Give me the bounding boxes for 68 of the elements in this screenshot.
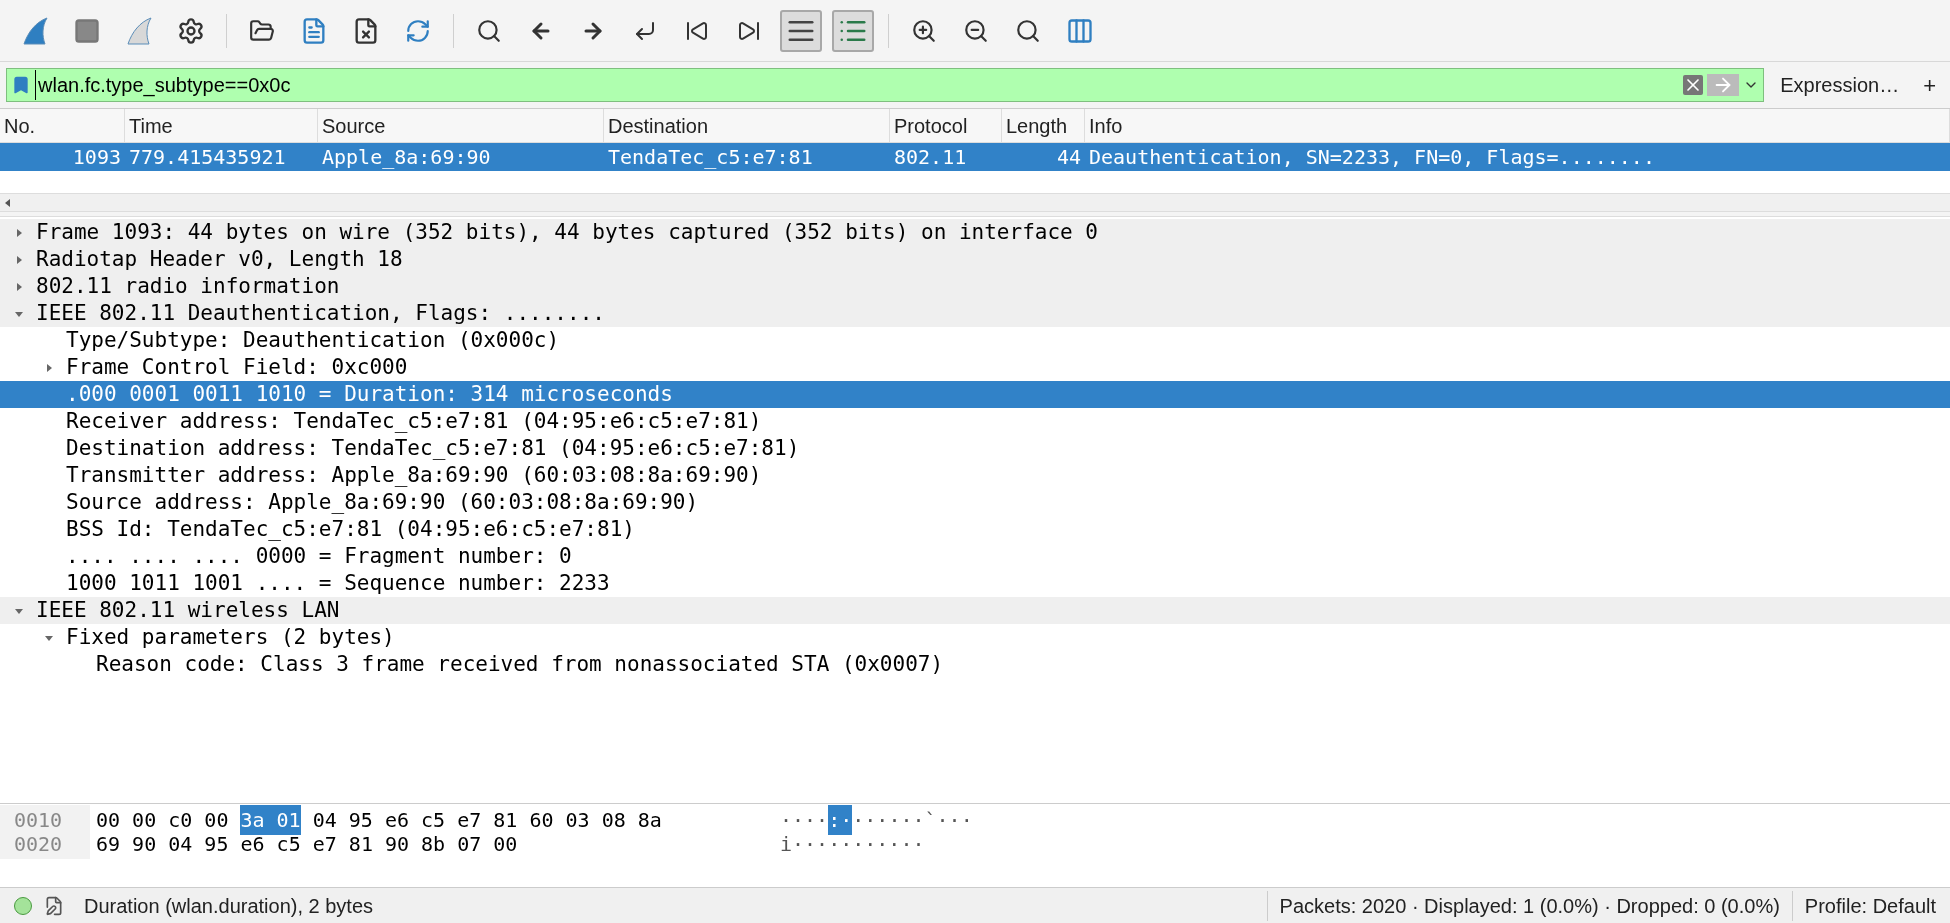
column-header[interactable]: Time bbox=[125, 109, 318, 142]
toolbar-button[interactable] bbox=[780, 9, 822, 52]
tree-item-text: Transmitter address: Apple_8a:69:90 (60:03:08:8a:69:90) bbox=[65, 461, 762, 489]
packet-cell-text: 802.11 bbox=[893, 144, 968, 171]
collapsed-triangle-icon[interactable] bbox=[14, 227, 24, 238]
display-filter-field[interactable]: wlan.fc.type_subtype==0x0c bbox=[35, 70, 1680, 100]
column-header[interactable]: Destination bbox=[604, 109, 890, 142]
tree-item-text: IEEE 802.11 Deauthentication, Flags: ........ bbox=[35, 299, 605, 327]
tree-row[interactable]: 802.11 radio information bbox=[0, 273, 1950, 300]
tree-item-text: Frame Control Field: 0xc000 bbox=[65, 353, 408, 381]
tree-row[interactable]: IEEE 802.11 wireless LAN bbox=[0, 597, 1950, 624]
filter-bar[interactable]: wlan.fc.type_subtype==0x0c bbox=[6, 68, 1765, 102]
packet-cell-text: 44 bbox=[1055, 144, 1082, 171]
tree-item-text: 802.11 radio information bbox=[35, 272, 340, 300]
column-header[interactable]: No. bbox=[0, 109, 125, 142]
ascii-bytes[interactable]: :· bbox=[828, 805, 853, 835]
tree-row[interactable]: .000 0001 0011 1010 = Duration: 314 microseconds bbox=[0, 381, 1950, 408]
tree-item-text: Fixed parameters (2 bytes) bbox=[65, 623, 395, 651]
packet-cell-text: Deauthentication, SN=2233, FN=0, Flags=........ bbox=[1088, 144, 1656, 171]
status-indicator-icon[interactable] bbox=[14, 896, 32, 915]
tree-item-text: BSS Id: TendaTec_c5:e7:81 (04:95:e6:c5:e7:81) bbox=[65, 515, 635, 543]
packet-stats: Packets: 2020 · Displayed: 1 (0.0%) · Dropped: 0 (0.0%) bbox=[1266, 890, 1780, 921]
tree-item-text: IEEE 802.11 wireless LAN bbox=[35, 596, 340, 624]
scroll-left-icon[interactable] bbox=[3, 197, 13, 208]
horizontal-scrollbar[interactable] bbox=[0, 193, 1950, 211]
reload-icon bbox=[405, 17, 431, 44]
packet-cell-text: TendaTec_c5:e7:81 bbox=[607, 144, 814, 171]
tree-row[interactable]: IEEE 802.11 Deauthentication, Flags: ........ bbox=[0, 300, 1950, 327]
column-header[interactable]: Length bbox=[1002, 109, 1085, 142]
bookmark-icon[interactable] bbox=[11, 75, 31, 95]
profile-label[interactable]: Profile: Default bbox=[1791, 890, 1936, 921]
add-button[interactable]: + bbox=[1915, 68, 1944, 102]
tree-item-text: Receiver address: TendaTec_c5:e7:81 (04:95:e6:c5:e7:81) bbox=[65, 407, 762, 435]
collapsed-triangle-icon[interactable] bbox=[44, 362, 54, 373]
stop-icon bbox=[73, 16, 101, 45]
search-icon bbox=[476, 17, 502, 44]
zoom-out-icon bbox=[963, 17, 989, 44]
columns-icon bbox=[1066, 16, 1094, 45]
field-info: Duration (wlan.duration), 2 bytes bbox=[84, 893, 375, 919]
tree-item-text: Frame 1093: 44 bytes on wire (352 bits), 44 bytes captured (352 bits) on interface 0 bbox=[35, 218, 1099, 246]
column-header[interactable]: Protocol bbox=[890, 109, 1002, 142]
folder-icon bbox=[249, 17, 275, 44]
expression-button[interactable]: Expression… bbox=[1774, 70, 1906, 100]
shark-fin-icon bbox=[124, 15, 154, 46]
tree-item-text: .000 0001 0011 1010 = Duration: 314 microseconds bbox=[65, 380, 673, 408]
collapsed-triangle-icon[interactable] bbox=[14, 254, 24, 265]
tree-item-text: .... .... .... 0000 = Fragment number: 0 bbox=[65, 542, 572, 570]
edit-icon[interactable] bbox=[44, 895, 64, 916]
tree-item-text: Destination address: TendaTec_c5:e7:81 (04:95:e6:c5:e7:81) bbox=[65, 434, 800, 462]
hex-bytes[interactable]: 3a 01 bbox=[240, 805, 301, 835]
clear-icon[interactable] bbox=[1683, 75, 1704, 95]
tree-item-text: Radiotap Header v0, Length 18 bbox=[35, 245, 403, 273]
tree-item-text: Type/Subtype: Deauthentication (0x000c) bbox=[65, 326, 560, 354]
shark-fin-icon bbox=[20, 15, 50, 46]
tree-row[interactable]: Frame 1093: 44 bytes on wire (352 bits), 44 bytes captured (352 bits) on interface 0 bbox=[0, 219, 1950, 246]
tree-item-text: Source address: Apple_8a:69:90 (60:03:08:8a:69:90) bbox=[65, 488, 699, 516]
column-header[interactable]: Source bbox=[318, 109, 604, 142]
packet-cell-text: 1093 bbox=[71, 144, 122, 171]
settings-icon bbox=[177, 16, 205, 45]
packet-row[interactable]: 1093 779.415435921 Apple_8a:69:90 TendaTec_c5:e7:81 802.11 44 Deauthentication, SN=2233, FN=0, Flags=........ bbox=[0, 143, 1950, 171]
column-header[interactable]: Info bbox=[1085, 109, 1950, 142]
tree-item-text: 1000 1011 1001 .... = Sequence number: 2233 bbox=[65, 569, 610, 597]
tree-row[interactable]: Radiotap Header v0, Length 18 bbox=[0, 246, 1950, 273]
packet-cell-text: 779.415435921 bbox=[128, 144, 287, 171]
zoom-in-icon bbox=[911, 17, 937, 44]
collapsed-triangle-icon[interactable] bbox=[14, 281, 24, 292]
packet-cell-text: Apple_8a:69:90 bbox=[321, 144, 492, 171]
tree-item-text: Reason code: Class 3 frame received from nonassociated STA (0x0007) bbox=[95, 650, 944, 678]
